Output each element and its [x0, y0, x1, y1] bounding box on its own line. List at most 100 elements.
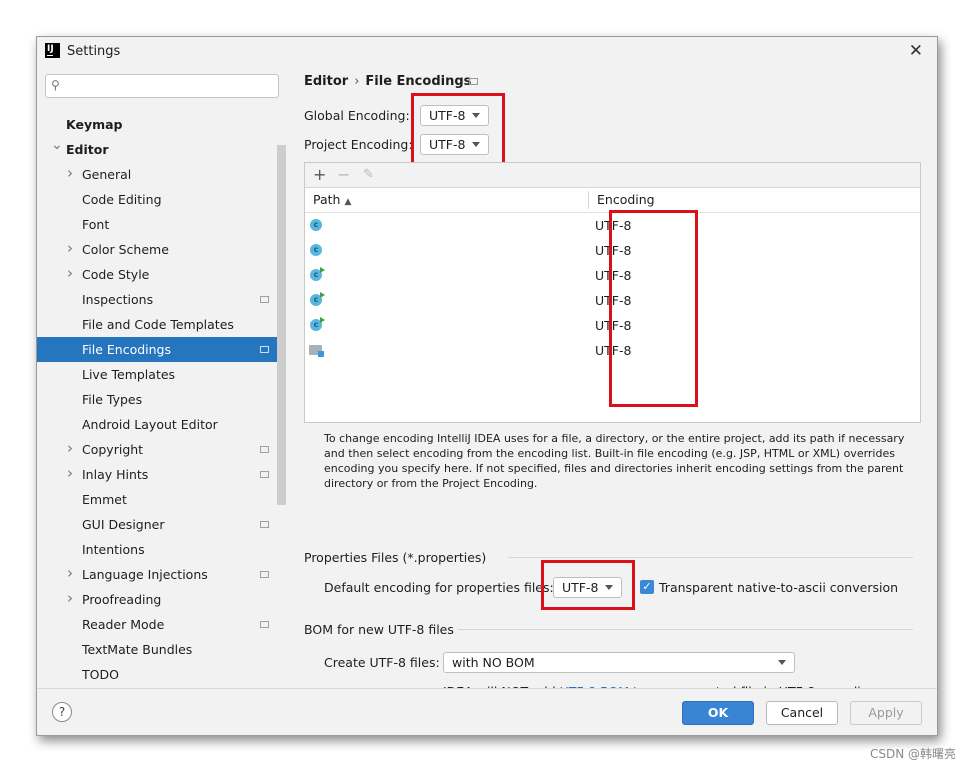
row-encoding[interactable]: UTF-8 [595, 238, 631, 263]
sidebar-item-label: TODO [82, 667, 119, 682]
chevron-right-icon[interactable]: › [67, 436, 73, 461]
table-row[interactable]: c UTF-8 [305, 313, 920, 338]
bom-select[interactable]: with NO BOM [443, 652, 795, 673]
sidebar-item-label: File Types [82, 392, 143, 407]
create-utf8-label: Create UTF-8 files: [324, 655, 440, 670]
properties-encoding-select[interactable]: UTF-8 [553, 577, 622, 598]
row-encoding[interactable]: UTF-8 [595, 263, 631, 288]
sidebar-item-label: GUI Designer [82, 517, 165, 532]
sidebar-item-editor[interactable]: ⌄ Editor [37, 137, 286, 162]
table-row[interactable]: UTF-8 [305, 338, 920, 363]
chevron-right-icon[interactable]: › [67, 261, 73, 286]
sidebar-item-file-encodings[interactable]: File Encodings [37, 337, 286, 362]
column-header-encoding[interactable]: Encoding [597, 188, 655, 212]
properties-encoding-value: UTF-8 [562, 580, 599, 595]
sidebar-item-color-scheme[interactable]: › Color Scheme [37, 237, 286, 262]
sidebar-item-intentions[interactable]: Intentions [37, 537, 286, 562]
sidebar-item-gui-designer[interactable]: GUI Designer [37, 512, 286, 537]
settings-dialog: IJ Settings ✕ ⚲ Keymap ⌄ Editor › General Cod… [36, 36, 938, 736]
sidebar-item-reader-mode[interactable]: Reader Mode [37, 612, 286, 637]
chevron-right-icon[interactable]: › [67, 586, 73, 611]
file-encodings-panel: Editor › File Encodings Global Encoding: U… [286, 65, 937, 699]
path-header-label: Path [313, 192, 341, 207]
sidebar-scrollbar[interactable] [277, 145, 286, 505]
table-row[interactable]: c UTF-8 [305, 238, 920, 263]
sidebar-item-inlay-hints[interactable]: › Inlay Hints [37, 462, 286, 487]
sidebar-item-proofreading[interactable]: › Proofreading [37, 587, 286, 612]
sidebar-item-general[interactable]: › General [37, 162, 286, 187]
sidebar-item-label: Color Scheme [82, 242, 169, 257]
sidebar-item-code-editing[interactable]: Code Editing [37, 187, 286, 212]
row-encoding[interactable]: UTF-8 [595, 213, 631, 238]
row-encoding[interactable]: UTF-8 [595, 313, 631, 338]
transparent-conversion-checkbox[interactable]: ✓ [640, 580, 654, 594]
runnable-class-icon: c [310, 317, 325, 331]
bom-section-title: BOM for new UTF-8 files [304, 622, 454, 637]
watermark: CSDN @韩曙亮 [869, 747, 956, 761]
cancel-button[interactable]: Cancel [766, 701, 838, 725]
sidebar-item-android-layout-editor[interactable]: Android Layout Editor [37, 412, 286, 437]
edit-icon[interactable]: ✎ [363, 167, 374, 182]
row-encoding[interactable]: UTF-8 [595, 338, 631, 363]
dialog-title: Settings [67, 44, 121, 59]
close-icon[interactable]: ✕ [909, 41, 923, 61]
chevron-right-icon[interactable]: › [67, 236, 73, 261]
project-settings-icon [260, 346, 269, 353]
sidebar-item-todo[interactable]: TODO [37, 662, 286, 687]
chevron-right-icon[interactable]: › [67, 561, 73, 586]
project-settings-icon [260, 446, 269, 453]
sidebar-item-font[interactable]: Font [37, 212, 286, 237]
table-row[interactable]: c UTF-8 [305, 288, 920, 313]
global-encoding-select[interactable]: UTF-8 [420, 105, 489, 126]
runnable-class-icon: c [310, 292, 325, 306]
sidebar-item-file-types[interactable]: File Types [37, 387, 286, 412]
chevron-down-icon [472, 142, 480, 147]
sidebar-item-label: Code Editing [82, 192, 162, 207]
sidebar-item-emmet[interactable]: Emmet [37, 487, 286, 512]
sidebar-item-keymap[interactable]: Keymap [37, 112, 286, 137]
sidebar-item-label: File Encodings [82, 342, 172, 357]
apply-button[interactable]: Apply [850, 701, 922, 725]
sidebar-item-label: Language Injections [82, 567, 208, 582]
sidebar-item-live-templates[interactable]: Live Templates [37, 362, 286, 387]
add-icon[interactable]: + [313, 165, 326, 184]
table-header: Path ▲ Encoding [305, 188, 920, 213]
sidebar-item-inspections[interactable]: Inspections [37, 287, 286, 312]
sidebar-item-copyright[interactable]: › Copyright [37, 437, 286, 462]
sidebar-item-label: Live Templates [82, 367, 176, 382]
sidebar-item-label: File and Code Templates [82, 317, 234, 332]
column-divider[interactable] [588, 191, 589, 209]
sidebar-item-code-style[interactable]: › Code Style [37, 262, 286, 287]
sidebar-item-label: Android Layout Editor [82, 417, 218, 432]
project-settings-icon [260, 621, 269, 628]
sidebar-item-label: Inlay Hints [82, 467, 149, 482]
search-input[interactable]: ⚲ [45, 74, 279, 98]
sidebar-item-textmate-bundles[interactable]: TextMate Bundles [37, 637, 286, 662]
chevron-down-icon[interactable]: ⌄ [51, 133, 63, 158]
ok-button[interactable]: OK [682, 701, 754, 725]
table-row[interactable]: c UTF-8 [305, 213, 920, 238]
row-encoding[interactable]: UTF-8 [595, 288, 631, 313]
help-button[interactable]: ? [52, 702, 72, 722]
breadcrumb-current: File Encodings [365, 74, 472, 89]
sidebar-item-label: Code Style [82, 267, 150, 282]
sidebar-item-label: Emmet [82, 492, 127, 507]
settings-sidebar: ⚲ Keymap ⌄ Editor › General Code Editing Font ›… [37, 65, 286, 688]
transparent-conversion-label: Transparent native-to-ascii conversion [659, 580, 899, 595]
table-row[interactable]: c UTF-8 [305, 263, 920, 288]
bom-select-value: with NO BOM [452, 655, 535, 670]
chevron-right-icon[interactable]: › [67, 161, 73, 186]
project-encoding-select[interactable]: UTF-8 [420, 134, 489, 155]
sidebar-item-language-injections[interactable]: › Language Injections [37, 562, 286, 587]
sidebar-item-label: Proofreading [82, 592, 162, 607]
sidebar-item-label: Editor [66, 142, 109, 157]
sidebar-item-file-and-code-templates[interactable]: File and Code Templates [37, 312, 286, 337]
project-settings-icon [260, 296, 269, 303]
project-settings-icon [260, 471, 269, 478]
column-header-path[interactable]: Path ▲ [313, 188, 351, 212]
sidebar-item-label: Intentions [82, 542, 145, 557]
chevron-right-icon[interactable]: › [67, 461, 73, 486]
chevron-down-icon [605, 585, 613, 590]
remove-icon[interactable]: − [337, 165, 350, 184]
sort-ascending-icon: ▲ [344, 197, 352, 207]
